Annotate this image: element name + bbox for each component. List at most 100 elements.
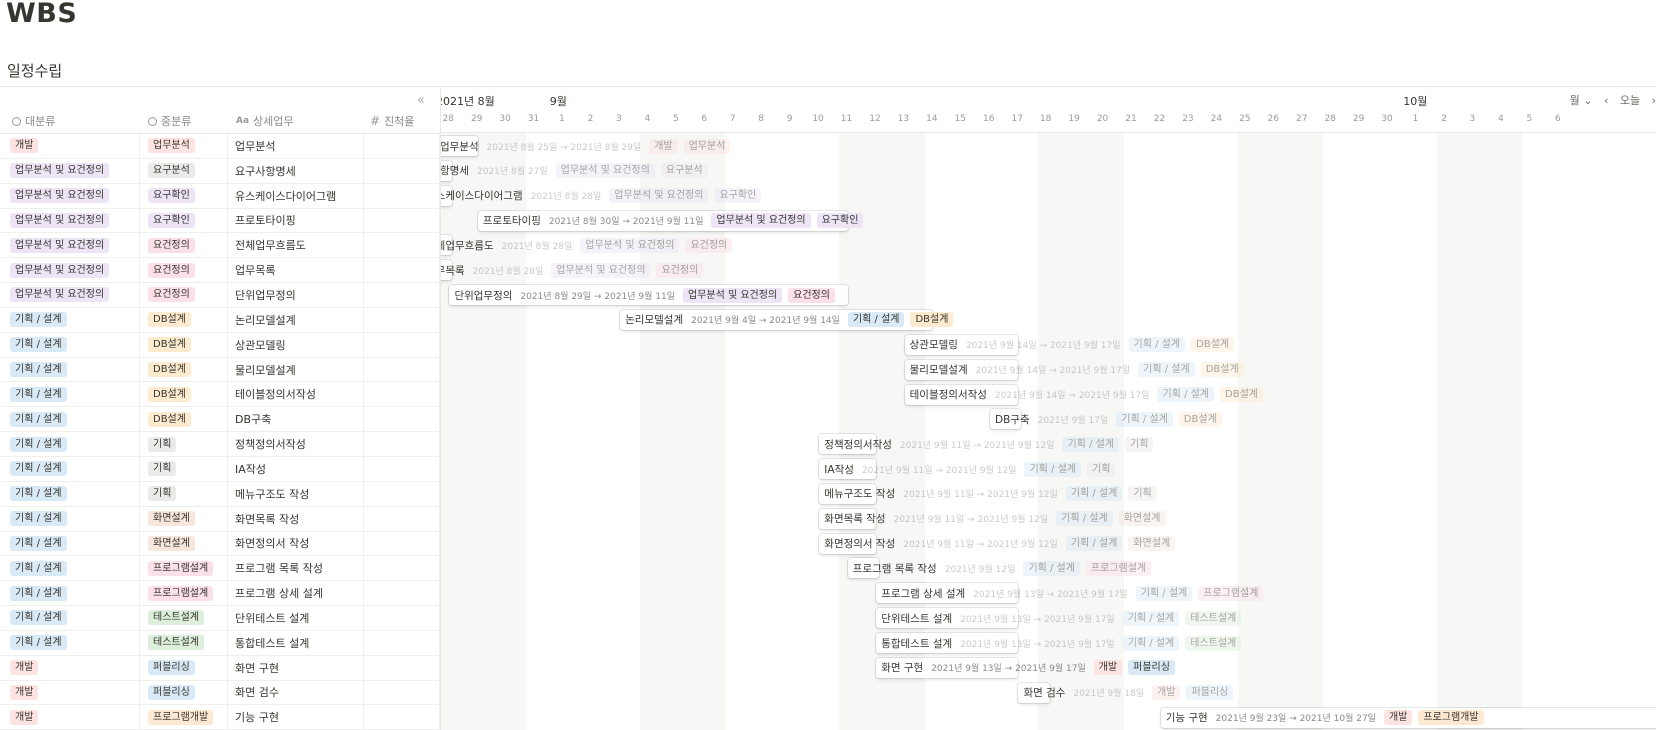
progress-cell[interactable] [364, 183, 440, 208]
subcategory-cell[interactable]: 테스트설계 [140, 606, 228, 630]
view-mode-select[interactable]: 월 ⌄ [1570, 94, 1593, 107]
subcategory-cell[interactable]: 테스트설계 [140, 630, 228, 655]
bar-info[interactable]: 프로그램 상세 설계 2021년 9월 13일 → 2021년 9월 17일 기획 … [881, 583, 1269, 603]
task-cell[interactable]: 유스케이스다이어그램 [228, 183, 364, 208]
task-cell[interactable]: 단위업무정의 [228, 283, 364, 307]
task-cell[interactable]: 업무목록 [228, 258, 364, 283]
next-period-icon[interactable]: › [1652, 94, 1656, 107]
bar-info[interactable]: 메뉴구조도 작성 2021년 9월 11일 → 2021년 9월 12일 기획 / … [824, 484, 1162, 504]
subcategory-cell[interactable]: DB설계 [140, 407, 228, 432]
subcategory-cell[interactable]: 프로그램설계 [140, 581, 228, 606]
progress-cell[interactable] [364, 680, 440, 705]
task-cell[interactable]: 논리모델설계 [228, 307, 364, 332]
category-cell[interactable]: 업무분석 및 요건정의 [0, 158, 140, 183]
bar-info[interactable]: 테이블정의서작성 2021년 9월 14일 → 2021년 9월 17일 기획 / … [910, 385, 1269, 405]
task-cell[interactable]: 화면 구현 [228, 655, 364, 680]
table-row[interactable]: 개발 프로그램개발 기능 구현 [0, 705, 440, 730]
category-cell[interactable]: 기획 / 설계 [0, 307, 140, 332]
subcategory-cell[interactable]: 화면설계 [140, 531, 228, 556]
today-button[interactable]: 오늘 [1620, 94, 1640, 107]
progress-cell[interactable] [364, 258, 440, 283]
category-cell[interactable]: 기획 / 설계 [0, 332, 140, 357]
bar-info[interactable]: 화면 검수 2021년 9월 18일 개발 퍼블리싱 [1023, 683, 1239, 703]
task-cell[interactable]: 화면 검수 [228, 680, 364, 705]
bar-info[interactable]: 프로토타이핑 2021년 8월 30일 → 2021년 9월 11일 업무분석 및 … [483, 211, 870, 231]
bar-info[interactable]: 상관모델링 2021년 9월 14일 → 2021년 9월 17일 기획 / 설계 D… [910, 335, 1240, 355]
progress-cell[interactable] [364, 581, 440, 606]
category-cell[interactable]: 업무분석 및 요건정의 [0, 208, 140, 233]
task-cell[interactable]: 테이블정의서작성 [228, 382, 364, 407]
collapse-table-icon[interactable]: « [417, 93, 425, 108]
subcategory-cell[interactable]: 프로그램설계 [140, 556, 228, 581]
subcategory-cell[interactable]: 요건정의 [140, 283, 228, 307]
category-cell[interactable]: 기획 / 설계 [0, 456, 140, 481]
category-cell[interactable]: 기획 / 설계 [0, 432, 140, 456]
progress-cell[interactable] [364, 158, 440, 183]
table-row[interactable]: 기획 / 설계 DB설계 상관모델링 [0, 332, 440, 358]
bar-info[interactable]: 화면 구현 2021년 9월 13일 → 2021년 9월 17일 개발 퍼블리싱 [881, 658, 1181, 678]
bar-info[interactable]: 프로그램 목록 작성 2021년 9월 12일 기획 / 설계 프로그램설계 [853, 558, 1157, 578]
subcategory-cell[interactable]: 요구분석 [140, 158, 228, 183]
bar-info[interactable]: 단위업무정의 2021년 8월 29일 → 2021년 9월 11일 업무분석 및 … [454, 285, 841, 305]
task-cell[interactable]: 통합테스트 설계 [228, 630, 364, 655]
progress-cell[interactable] [364, 630, 440, 655]
table-row[interactable]: 기획 / 설계 테스트설계 단위테스트 설계 [0, 606, 440, 631]
table-row[interactable]: 기획 / 설계 프로그램설계 프로그램 목록 작성 [0, 556, 440, 582]
table-row[interactable]: 기획 / 설계 기획 IA작성 [0, 456, 440, 482]
table-row[interactable]: 기획 / 설계 기획 정책정의서작성 [0, 432, 440, 457]
progress-cell[interactable] [364, 705, 440, 730]
table-row[interactable]: 업무분석 및 요건정의 요건정의 단위업무정의 [0, 283, 440, 308]
category-cell[interactable]: 기획 / 설계 [0, 531, 140, 556]
category-cell[interactable]: 기획 / 설계 [0, 357, 140, 382]
table-row[interactable]: 업무분석 및 요건정의 요건정의 업무목록 [0, 258, 440, 284]
subcategory-cell[interactable]: DB설계 [140, 307, 228, 332]
column-header-progress[interactable]: # 진척율 [370, 113, 414, 129]
prev-period-icon[interactable]: ‹ [1604, 94, 1608, 107]
progress-cell[interactable] [364, 208, 440, 233]
subcategory-cell[interactable]: 요구확인 [140, 208, 228, 233]
subcategory-cell[interactable]: 요건정의 [140, 233, 228, 258]
table-row[interactable]: 기획 / 설계 기획 메뉴구조도 작성 [0, 481, 440, 507]
column-header-subcategory[interactable]: 중분류 [148, 113, 191, 129]
task-cell[interactable]: 단위테스트 설계 [228, 606, 364, 630]
category-cell[interactable]: 기획 / 설계 [0, 382, 140, 407]
progress-cell[interactable] [364, 134, 440, 158]
category-cell[interactable]: 기획 / 설계 [0, 481, 140, 506]
column-header-category[interactable]: 대분류 [12, 113, 55, 129]
subcategory-cell[interactable]: 기획 [140, 432, 228, 456]
subcategory-cell[interactable]: DB설계 [140, 357, 228, 382]
table-row[interactable]: 기획 / 설계 DB설계 테이블정의서작성 [0, 382, 440, 408]
subcategory-cell[interactable]: 기획 [140, 481, 228, 506]
table-row[interactable]: 업무분석 및 요건정의 요건정의 전체업무흐름도 [0, 233, 440, 259]
task-cell[interactable]: 요구사항명세 [228, 158, 364, 183]
task-cell[interactable]: 프로그램 목록 작성 [228, 556, 364, 581]
subcategory-cell[interactable]: 기획 [140, 456, 228, 481]
table-row[interactable]: 개발 퍼블리싱 화면 구현 [0, 655, 440, 681]
subcategory-cell[interactable]: 프로그램개발 [140, 705, 228, 730]
category-cell[interactable]: 개발 [0, 134, 140, 158]
bar-info[interactable]: 유스케이스다이어그램 2021년 8월 28일 업무분석 및 요건정의 요구확인 [441, 186, 767, 206]
subcategory-cell[interactable]: 업무분석 [140, 134, 228, 158]
bar-info[interactable]: 항명세 2021년 8월 27일 업무분석 및 요건정의 요구분석 [441, 161, 714, 181]
progress-cell[interactable] [364, 233, 440, 258]
task-cell[interactable]: 화면정의서 작성 [228, 531, 364, 556]
category-cell[interactable]: 기획 / 설계 [0, 581, 140, 606]
bar-info[interactable]: 업무목록 2021년 8월 28일 업무분석 및 요건정의 요건정의 [441, 260, 709, 280]
category-cell[interactable]: 기획 / 설계 [0, 556, 140, 581]
bar-info[interactable]: 기능 구현 2021년 9월 23일 → 2021년 10월 27일 개발 프로그램개… [1166, 708, 1490, 728]
bar-info[interactable]: 물리모델설계 2021년 9월 14일 → 2021년 9월 17일 기획 / 설계… [910, 360, 1250, 380]
category-cell[interactable]: 업무분석 및 요건정의 [0, 233, 140, 258]
subcategory-cell[interactable]: 퍼블리싱 [140, 680, 228, 705]
task-cell[interactable]: 정책정의서작성 [228, 432, 364, 456]
table-row[interactable]: 기획 / 설계 화면설계 화면목록 작성 [0, 506, 440, 532]
table-row[interactable]: 개발 업무분석 업무분석 [0, 134, 440, 159]
bar-info[interactable]: 논리모델설계 2021년 9월 4일 → 2021년 9월 14일 기획 / 설계 D… [625, 310, 959, 330]
task-cell[interactable]: 프로토타이핑 [228, 208, 364, 233]
progress-cell[interactable] [364, 382, 440, 407]
subcategory-cell[interactable]: DB설계 [140, 332, 228, 357]
category-cell[interactable]: 기획 / 설계 [0, 630, 140, 655]
bar-info[interactable]: 정책정의서작성 2021년 9월 11일 → 2021년 9월 12일 기획 / 설… [824, 434, 1159, 454]
category-cell[interactable]: 업무분석 및 요건정의 [0, 283, 140, 307]
table-row[interactable]: 기획 / 설계 DB설계 논리모델설계 [0, 307, 440, 333]
bar-info[interactable]: 통합테스트 설계 2021년 9월 13일 → 2021년 9월 17일 기획 / … [881, 633, 1247, 653]
